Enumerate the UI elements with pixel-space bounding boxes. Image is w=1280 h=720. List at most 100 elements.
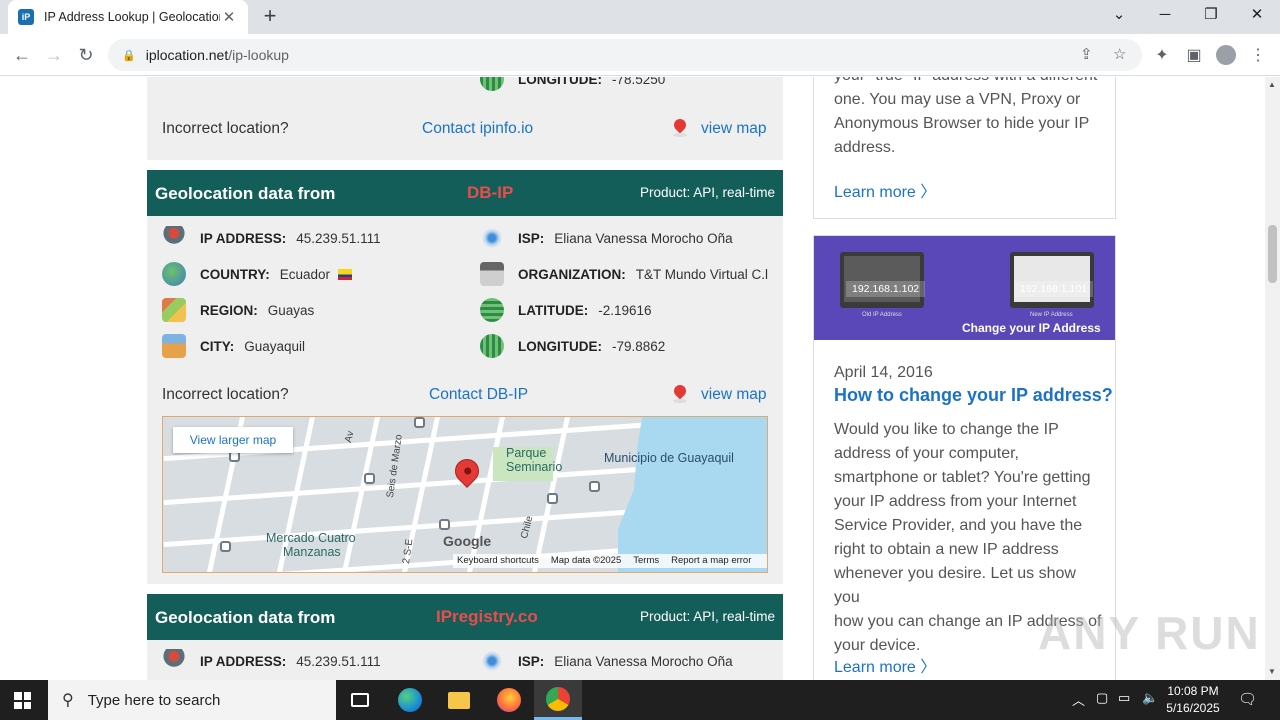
minimize-button[interactable]: ─ <box>1142 0 1188 30</box>
article-line: Service Provider, and you have the <box>834 517 1083 534</box>
sidebar-text-line: one. You may use a VPN, Proxy or <box>834 91 1081 108</box>
side-panel-icon[interactable]: ▣ <box>1184 45 1204 65</box>
learn-more-link[interactable]: Learn more 〉 <box>834 653 936 677</box>
map-data-text: Map data ©2025 <box>550 555 622 566</box>
anyrun-watermark: ANY RUN <box>1038 607 1261 659</box>
volume-icon[interactable]: 🔈 <box>1142 690 1158 706</box>
scrollbar-thumb[interactable] <box>1268 225 1277 283</box>
card-product: Product: API, real-time <box>639 185 775 200</box>
edge-logo <box>398 688 422 712</box>
file-explorer-icon[interactable] <box>435 680 483 720</box>
latitude-icon <box>480 298 504 322</box>
new-tab-button[interactable]: + <box>258 4 282 28</box>
lon-label: LONGITUDE: <box>518 338 602 354</box>
ip-label: IP ADDRESS: <box>200 230 287 246</box>
tab-title: IP Address Lookup | Geolocation <box>44 10 220 24</box>
isp-label: ISP: <box>518 230 545 246</box>
map-poi-icon <box>364 473 375 484</box>
back-button[interactable]: ← <box>10 43 34 67</box>
browser-tab[interactable]: iP IP Address Lookup | Geolocation ✕ <box>8 0 248 34</box>
keyboard-shortcuts-link[interactable]: Keyboard shortcuts <box>457 554 539 568</box>
dbip-lon-row: LONGITUDE: -79.8862 <box>480 334 665 358</box>
profile-avatar[interactable] <box>1216 45 1236 65</box>
task-view-icon[interactable] <box>336 680 384 720</box>
view-map-link[interactable]: view map <box>701 120 766 138</box>
site-favicon-icon: iP <box>18 9 34 25</box>
show-hidden-icons-chevron-icon[interactable]: ︿ <box>1072 690 1085 709</box>
org-label: ORGANIZATION: <box>518 266 626 282</box>
close-window-button[interactable]: ✕ <box>1234 0 1280 30</box>
menu-kebab-icon[interactable]: ⋮ <box>1248 45 1268 65</box>
learn-more-link[interactable]: Learn more 〉 <box>834 178 936 202</box>
contact-ipinfo-link[interactable]: Contact ipinfo.io <box>422 120 533 138</box>
incorrect-location-text: Incorrect location? <box>162 386 289 403</box>
isp-tower-icon <box>480 649 504 673</box>
scroll-down-arrow-icon[interactable]: ▼ <box>1268 667 1276 676</box>
ipinfo-longitude-row: LONGITUDE: -78.5250 <box>480 77 665 91</box>
chrome-logo <box>546 686 570 711</box>
scroll-up-arrow-icon[interactable]: ▲ <box>1268 80 1276 89</box>
country-globe-icon <box>162 262 186 286</box>
share-icon[interactable]: ⇪ <box>1080 45 1093 63</box>
ipregistry-isp-row: ISP: Eliana Vanessa Morocho Oña <box>480 649 733 673</box>
tab-close-icon[interactable]: ✕ <box>220 8 238 26</box>
sidebar-vpn-text: your "true" IP address with a different … <box>834 77 1104 160</box>
longitude-icon <box>480 334 504 358</box>
view-map-link[interactable]: view map <box>701 386 766 404</box>
map-label-parque: Parque <box>506 446 547 460</box>
change-ip-promo-image[interactable]: 192.168.1.102 192.168.1.101 Old IP Addre… <box>814 236 1115 340</box>
terms-link[interactable]: Terms <box>633 554 659 568</box>
extensions-icon[interactable]: ✦ <box>1152 45 1172 65</box>
windows-taskbar: ⚲ Type here to search ︿ ▢ ▭ 🔈 10:08 PM 5… <box>0 680 1280 720</box>
card-product: Product: API, real-time <box>639 609 775 624</box>
search-placeholder: Type here to search <box>87 691 221 709</box>
edge-browser-icon[interactable] <box>386 680 434 720</box>
map-river-water <box>618 417 767 572</box>
folder-glyph <box>448 691 470 709</box>
city-value: Guayaquil <box>244 338 306 354</box>
tab-search-icon[interactable]: ⌄ <box>1096 0 1142 30</box>
article-line: Would you like to change the IP <box>834 421 1059 438</box>
longitude-value: -78.5250 <box>612 77 666 87</box>
restore-button[interactable]: ❐ <box>1188 0 1234 30</box>
dbip-isp-row: ISP: Eliana Vanessa Morocho Oña <box>480 226 733 250</box>
lat-value: -2.19616 <box>598 302 652 318</box>
page-scrollbar[interactable]: ▲ ▼ <box>1265 77 1280 680</box>
article-line: your IP address from your Internet <box>834 493 1077 510</box>
map-poi-icon <box>439 519 450 530</box>
reload-button[interactable]: ↻ <box>74 43 98 67</box>
map-label-manzanas: Manzanas <box>283 545 341 559</box>
map-poi-icon <box>220 541 231 552</box>
dbip-region-row: REGION: Guayas <box>162 298 314 322</box>
article-line: smartphone or tablet? You're getting <box>834 469 1091 486</box>
device-icon[interactable]: ▢ <box>1096 690 1108 706</box>
isp-tower-icon <box>480 226 504 250</box>
chrome-icon[interactable] <box>534 680 582 720</box>
card-source: IPregistry.co <box>436 607 538 626</box>
forward-button[interactable]: → <box>42 43 66 67</box>
bookmark-star-icon[interactable]: ☆ <box>1113 45 1126 63</box>
article-line: whenever you desire. Let us show you <box>834 565 1076 606</box>
view-larger-map-link[interactable]: View larger map <box>173 427 293 453</box>
map-pin-icon <box>673 385 687 403</box>
sidebar-text-line: your "true" IP address with a different <box>834 77 1104 88</box>
promo-old-caption: Old IP Address <box>862 312 902 318</box>
report-map-error-link[interactable]: Report a map error <box>671 554 751 568</box>
ip-value: 45.239.51.111 <box>296 230 381 246</box>
notifications-icon[interactable]: 🗨 <box>1238 690 1257 708</box>
contact-dbip-link[interactable]: Contact DB-IP <box>429 386 528 404</box>
page-viewport: LONGITUDE: -78.5250 Incorrect location? … <box>0 77 1265 680</box>
address-bar[interactable]: 🔒 iplocation.net/ip-lookup ⇪ ☆ <box>108 39 1142 71</box>
network-icon[interactable]: ▭ <box>1118 690 1130 706</box>
article-title-link[interactable]: How to change your IP address? <box>834 385 1113 406</box>
taskbar-clock[interactable]: 10:08 PM 5/16/2025 <box>1160 683 1226 717</box>
ip-label: IP ADDRESS: <box>200 653 287 669</box>
taskbar-search-box[interactable]: ⚲ Type here to search <box>48 680 336 720</box>
windows-start-icon[interactable] <box>14 692 31 709</box>
embedded-google-map[interactable]: View larger map Parque Seminario Municip… <box>162 416 768 573</box>
ipinfo-card <box>147 77 783 160</box>
firefox-icon[interactable] <box>485 680 533 720</box>
sidebar-text-line: Anonymous Browser to hide your IP <box>834 115 1090 132</box>
promo-new-ip: 192.168.1.101 <box>1014 281 1094 297</box>
ipregistry-ip-row: IP ADDRESS: 45.239.51.111 <box>162 649 381 673</box>
